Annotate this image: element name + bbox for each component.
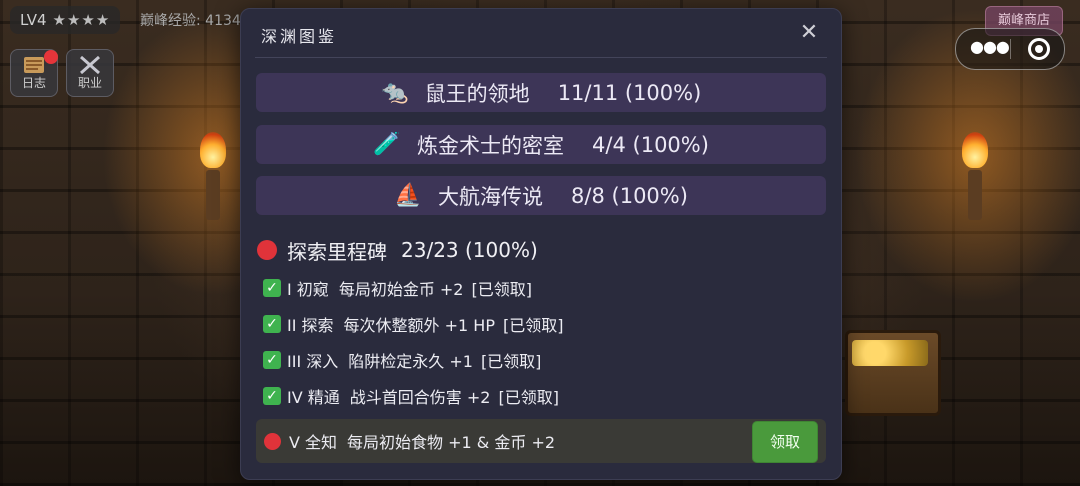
region-progress: 11/11 (100%) [557,80,702,105]
level-stars: ★★★★ [52,11,111,29]
left-torch [206,170,220,220]
region-rat-king[interactable]: 🐀 鼠王的领地 11/11 (100%) [256,73,826,112]
level-text: LV4 [20,11,47,29]
milestone-desc: 战斗首回合伤害 +2 [349,388,491,407]
left-torch-flame [200,132,226,168]
chest-gold-pile [852,340,928,366]
milestone-item: ✓ I 初窥 每局初始金币 +2 [已领取] [263,276,532,300]
milestone-rank: IV 精通 [287,388,340,407]
journal-notification-dot [44,50,58,64]
close-icon[interactable]: ✕ [795,19,823,47]
region-name: 鼠王的领地 [424,81,530,106]
abyss-codex-modal: 深渊图鉴 ✕ 🐀 鼠王的领地 11/11 (100%) 🧪 炼金术士的密室 4/… [240,8,842,480]
milestones-header: 探索里程碑 23/23 (100%) [257,237,538,264]
milestone-rank: III 深入 [287,352,339,371]
milestone-rank: V 全知 [289,433,338,452]
class-label: 职业 [77,76,102,90]
milestones-title: 探索里程碑 [287,239,387,264]
peak-exp-text: 巅峰经验: 4134 [140,13,241,29]
title-divider [255,57,827,58]
journal-label: 日志 [21,76,46,90]
claim-button[interactable]: 领取 [752,421,818,463]
milestone-status: [已领取] [480,352,542,371]
milestone-rank: II 探索 [287,316,334,335]
modal-title: 深渊图鉴 [261,27,338,46]
milestone-item: ✓ IV 精通 战斗首回合伤害 +2 [已领取] [263,384,559,408]
region-progress: 4/4 (100%) [592,132,709,157]
milestone-desc: 陷阱检定永久 +1 [348,352,473,371]
target-circle-icon[interactable] [1028,38,1050,60]
milestone-desc: 每局初始食物 +1 & 金币 +2 [347,433,556,452]
crossed-swords-icon [80,56,100,74]
milestone-status: [已领取] [498,388,559,407]
right-torch-flame [962,132,988,168]
milestone-rank: I 初窥 [287,280,329,299]
region-progress: 8/8 (100%) [571,183,688,208]
milestone-item: ✓ II 探索 每次休整额外 +1 HP [已领取] [263,312,563,336]
milestone-status: [已领取] [471,280,533,299]
milestones-progress: 23/23 (100%) [401,238,538,262]
milestone-item: ✓ III 深入 陷阱检定永久 +1 [已领取] [263,348,541,372]
right-torch [968,170,982,220]
red-circle-icon [264,432,281,450]
capsule-separator [1010,39,1011,59]
milestone-active-row: V 全知 每局初始食物 +1 & 金币 +2 领取 [256,419,826,463]
sailboat-icon: ⛵ [394,183,422,208]
region-name: 炼金术士的密室 [417,133,565,158]
red-circle-icon [257,240,277,260]
more-dots-icon[interactable]: ●●● [970,37,1010,56]
region-great-voyage[interactable]: ⛵ 大航海传说 8/8 (100%) [256,176,826,215]
checkmark-icon: ✓ [263,279,281,297]
class-button[interactable]: 职业 [66,49,114,97]
milestone-desc: 每局初始金币 +2 [338,280,464,299]
rat-icon: 🐀 [380,80,409,105]
checkmark-icon: ✓ [263,387,281,405]
journal-book-icon [24,57,44,73]
region-alchemist-chamber[interactable]: 🧪 炼金术士的密室 4/4 (100%) [256,125,826,164]
checkmark-icon: ✓ [263,315,281,333]
region-name: 大航海传说 [438,184,544,209]
milestone-desc: 每次休整额外 +1 HP [343,316,495,335]
level-badge: LV4 ★★★★ [10,6,121,34]
mini-program-capsule: ●●● [955,28,1065,70]
checkmark-icon: ✓ [263,351,281,369]
milestone-status: [已领取] [502,316,564,335]
test-tube-icon: 🧪 [373,132,401,157]
